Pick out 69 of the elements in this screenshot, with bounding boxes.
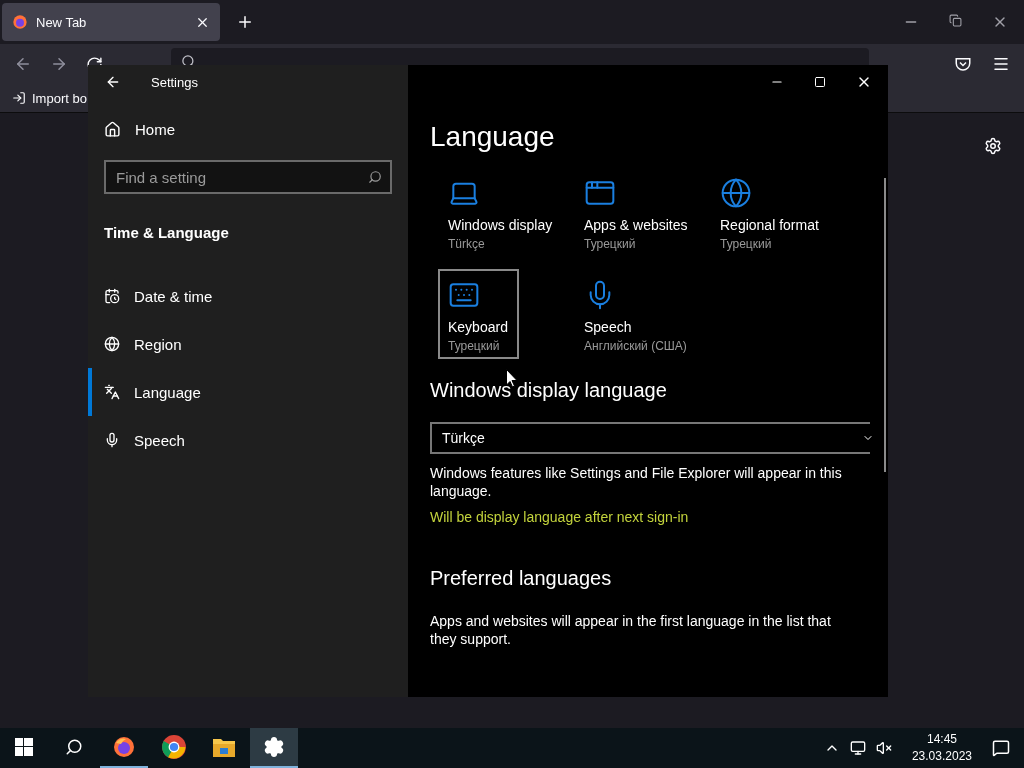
search-icon[interactable]: [65, 738, 83, 756]
new-tab-icon[interactable]: [236, 13, 254, 31]
firefox-icon: [12, 14, 28, 30]
notification-icon[interactable]: [992, 739, 1010, 757]
page-title: Language: [430, 121, 556, 153]
nav-label: Date & time: [134, 287, 213, 305]
muted-speaker-icon[interactable]: [875, 740, 892, 756]
window-title: Settings: [151, 74, 198, 90]
tile-subtitle: Türkçe: [448, 237, 486, 251]
calendar-icon: [104, 288, 120, 304]
date: 23.03.2023: [911, 748, 972, 765]
firefox-icon: [112, 735, 136, 759]
tile-title: Windows display: [448, 217, 553, 233]
tile-subtitle: Турецкий: [584, 237, 637, 251]
section-heading: Preferred languages: [430, 567, 613, 590]
tile-subtitle: Английский (США): [584, 339, 687, 353]
language-tile[interactable]: Apps & websites Турецкий: [574, 167, 699, 257]
tile-subtitle: Турецкий: [448, 339, 501, 353]
windows-logo-icon[interactable]: [15, 738, 33, 756]
section-title: Time & Language: [104, 224, 230, 241]
nav-item[interactable]: Date & time: [88, 272, 408, 320]
language-tile[interactable]: Regional format Турецкий: [710, 167, 830, 257]
section-heading: Windows display language: [430, 379, 668, 402]
network-icon[interactable]: [849, 740, 866, 756]
globe-icon: [104, 336, 120, 352]
chrome-icon: [161, 734, 187, 760]
menu-icon[interactable]: [992, 55, 1010, 73]
search-placeholder: Find a setting: [116, 168, 207, 186]
tile-title: Regional format: [720, 217, 819, 233]
tile-subtitle: Турецкий: [720, 237, 773, 251]
nav-label: Region: [134, 335, 182, 353]
home-label: Home: [135, 121, 175, 138]
bookmark-link[interactable]: Import bo: [32, 90, 87, 106]
back-icon[interactable]: [105, 74, 121, 90]
language-icon: [104, 384, 120, 400]
nav-label: Speech: [134, 431, 185, 449]
maximize-icon[interactable]: [814, 76, 826, 88]
search-icon: [368, 170, 382, 184]
import-icon: [12, 91, 26, 105]
globe-icon: [720, 177, 752, 209]
settings-icon[interactable]: [984, 137, 1002, 155]
nav-label: Language: [134, 383, 201, 401]
description: Apps and websites will appear in the first language in the list that they support.: [430, 612, 832, 648]
tile-title: Speech: [584, 319, 633, 335]
folder-icon: [212, 736, 236, 758]
tile-title: Keyboard: [448, 319, 508, 335]
description: Windows features like Settings and File Explorer will appear in this language.: [430, 464, 843, 500]
time: 14:45: [926, 731, 957, 748]
tab-title: New Tab: [36, 14, 88, 30]
nav-item[interactable]: Speech: [88, 416, 408, 464]
language-tile[interactable]: Speech Английский (США): [574, 269, 698, 359]
settings-icon: [263, 736, 285, 758]
scrollbar[interactable]: [884, 178, 886, 472]
tile-title: Apps & websites: [584, 217, 688, 233]
home-link[interactable]: Home: [104, 121, 408, 138]
notice: Will be display language after next sign-in: [430, 509, 690, 525]
home-icon: [104, 121, 121, 138]
pocket-icon[interactable]: [954, 55, 972, 73]
language-tile[interactable]: Windows display Türkçe: [438, 167, 564, 257]
language-dropdown[interactable]: Türkçe: [430, 422, 870, 454]
restore-icon[interactable]: [949, 14, 962, 27]
nav-item[interactable]: Region: [88, 320, 408, 368]
clock[interactable]: 14:45 23.03.2023: [911, 731, 972, 765]
language-tile[interactable]: Keyboard Турецкий: [438, 269, 519, 359]
search-field[interactable]: Find a setting: [104, 160, 392, 194]
microphone-icon: [104, 432, 120, 448]
forward-icon[interactable]: [50, 55, 68, 73]
taskbar-app[interactable]: [250, 728, 298, 768]
browser-tab[interactable]: New Tab: [2, 3, 220, 41]
